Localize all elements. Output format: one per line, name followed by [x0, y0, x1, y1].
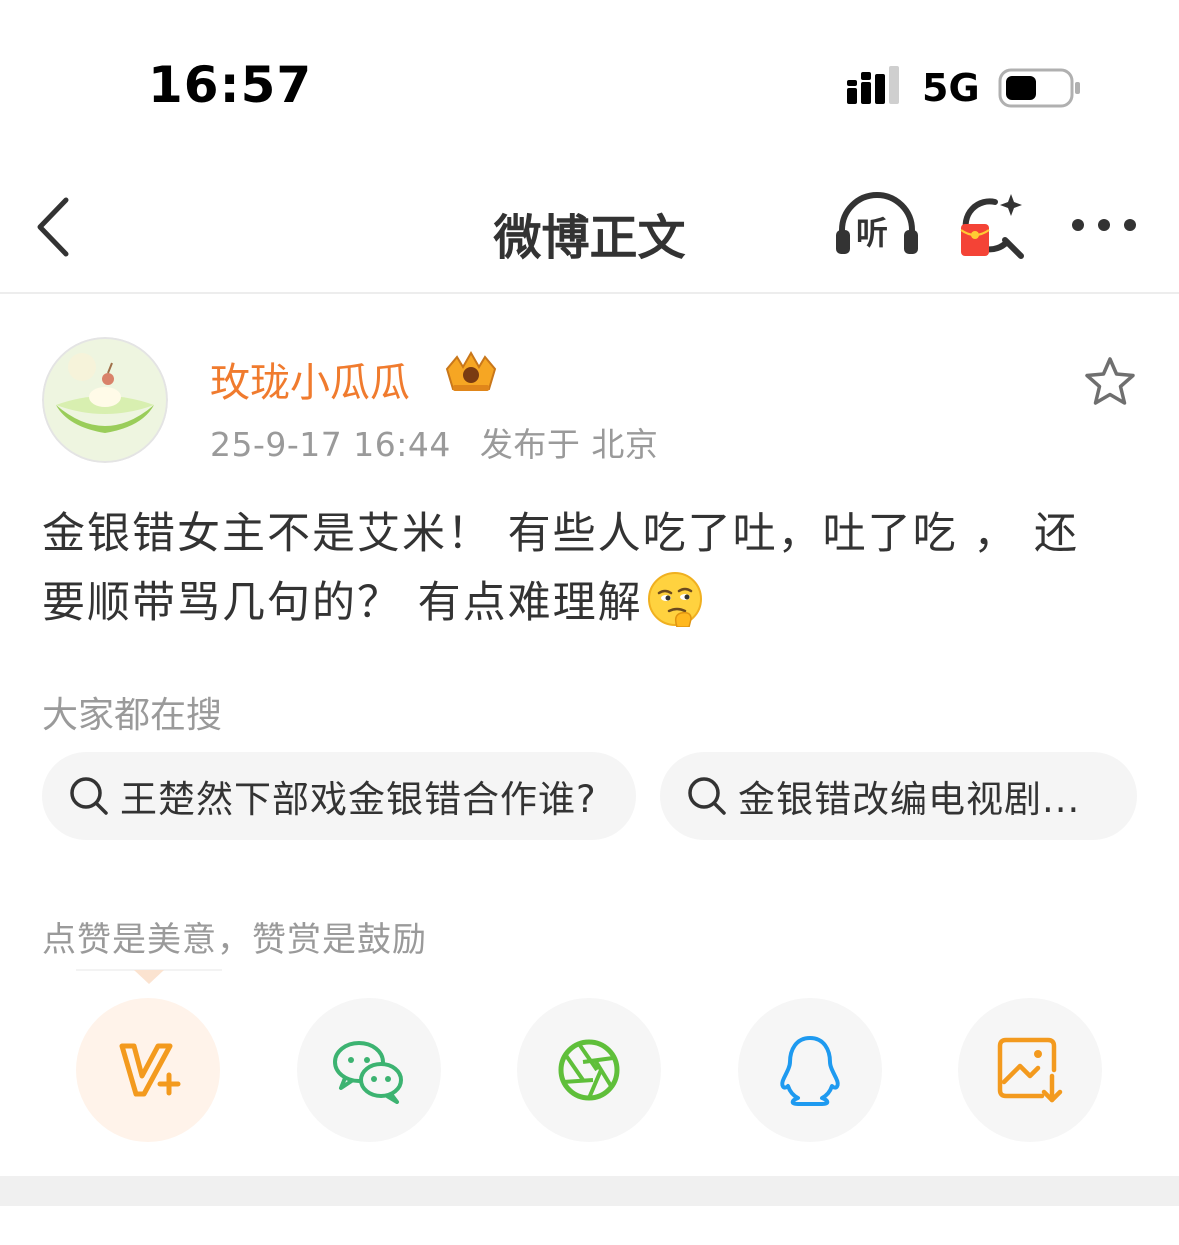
signal-icon	[847, 66, 899, 104]
battery-icon	[998, 68, 1080, 108]
encourage-text: 点赞是美意，赞赏是鼓励	[42, 920, 427, 960]
search-chip-1-text: 王楚然下部戏金银错合作谁?	[120, 778, 597, 821]
wechat-icon	[333, 1041, 403, 1104]
search-chip-2-text: 金银错改编电视剧...	[738, 778, 1081, 821]
post-line-2: 要顺带骂几句的？ 有点难理解	[42, 578, 643, 628]
save-image-icon	[997, 1037, 1063, 1103]
post-meta: 25-9-17 16:44 发布于 北京	[210, 418, 658, 466]
avatar[interactable]	[42, 337, 168, 463]
red-packet-search-icon[interactable]	[955, 190, 1027, 262]
trending-search-label: 大家都在搜	[42, 695, 223, 736]
listen-label: 听	[856, 214, 889, 252]
tooltip-arrow	[76, 969, 222, 984]
more-icon[interactable]	[1068, 208, 1140, 242]
search-chip-1[interactable]: 王楚然下部戏金银错合作谁?	[42, 752, 636, 840]
bottom-separator	[0, 1176, 1179, 1206]
search-icon	[688, 777, 726, 815]
v-plus-reward-icon	[119, 1043, 181, 1097]
post-line-2-wrap: 要顺带骂几句的？ 有点难理解	[42, 569, 1132, 638]
author-name[interactable]: 玫珑小瓜瓜	[210, 350, 410, 408]
post-location: 发布于 北京	[479, 425, 659, 464]
nav-divider	[0, 292, 1179, 294]
listen-button[interactable]: 听	[834, 190, 920, 260]
favorite-star-icon[interactable]	[1082, 354, 1138, 410]
search-icon	[70, 777, 108, 815]
moments-icon	[558, 1039, 620, 1101]
v-plus-reward-button[interactable]	[76, 998, 220, 1142]
status-time: 16:57	[148, 56, 313, 114]
thinking-face-emoji-icon	[647, 572, 702, 627]
share-moments-button[interactable]	[517, 998, 661, 1142]
crown-badge-icon	[445, 350, 497, 391]
save-image-button[interactable]	[958, 998, 1102, 1142]
post-text: 金银错女主不是艾米！ 有些人吃了吐，吐了吃 ， 还 要顺带骂几句的？ 有点难理解	[42, 500, 1132, 638]
post-timestamp: 25-9-17 16:44	[210, 425, 451, 464]
post-line-1: 金银错女主不是艾米！ 有些人吃了吐，吐了吃 ， 还	[42, 509, 1080, 559]
share-wechat-button[interactable]	[297, 998, 441, 1142]
qq-icon	[780, 1036, 840, 1106]
share-qq-button[interactable]	[738, 998, 882, 1142]
network-type: 5G	[922, 66, 980, 110]
search-chip-2[interactable]: 金银错改编电视剧...	[660, 752, 1137, 840]
